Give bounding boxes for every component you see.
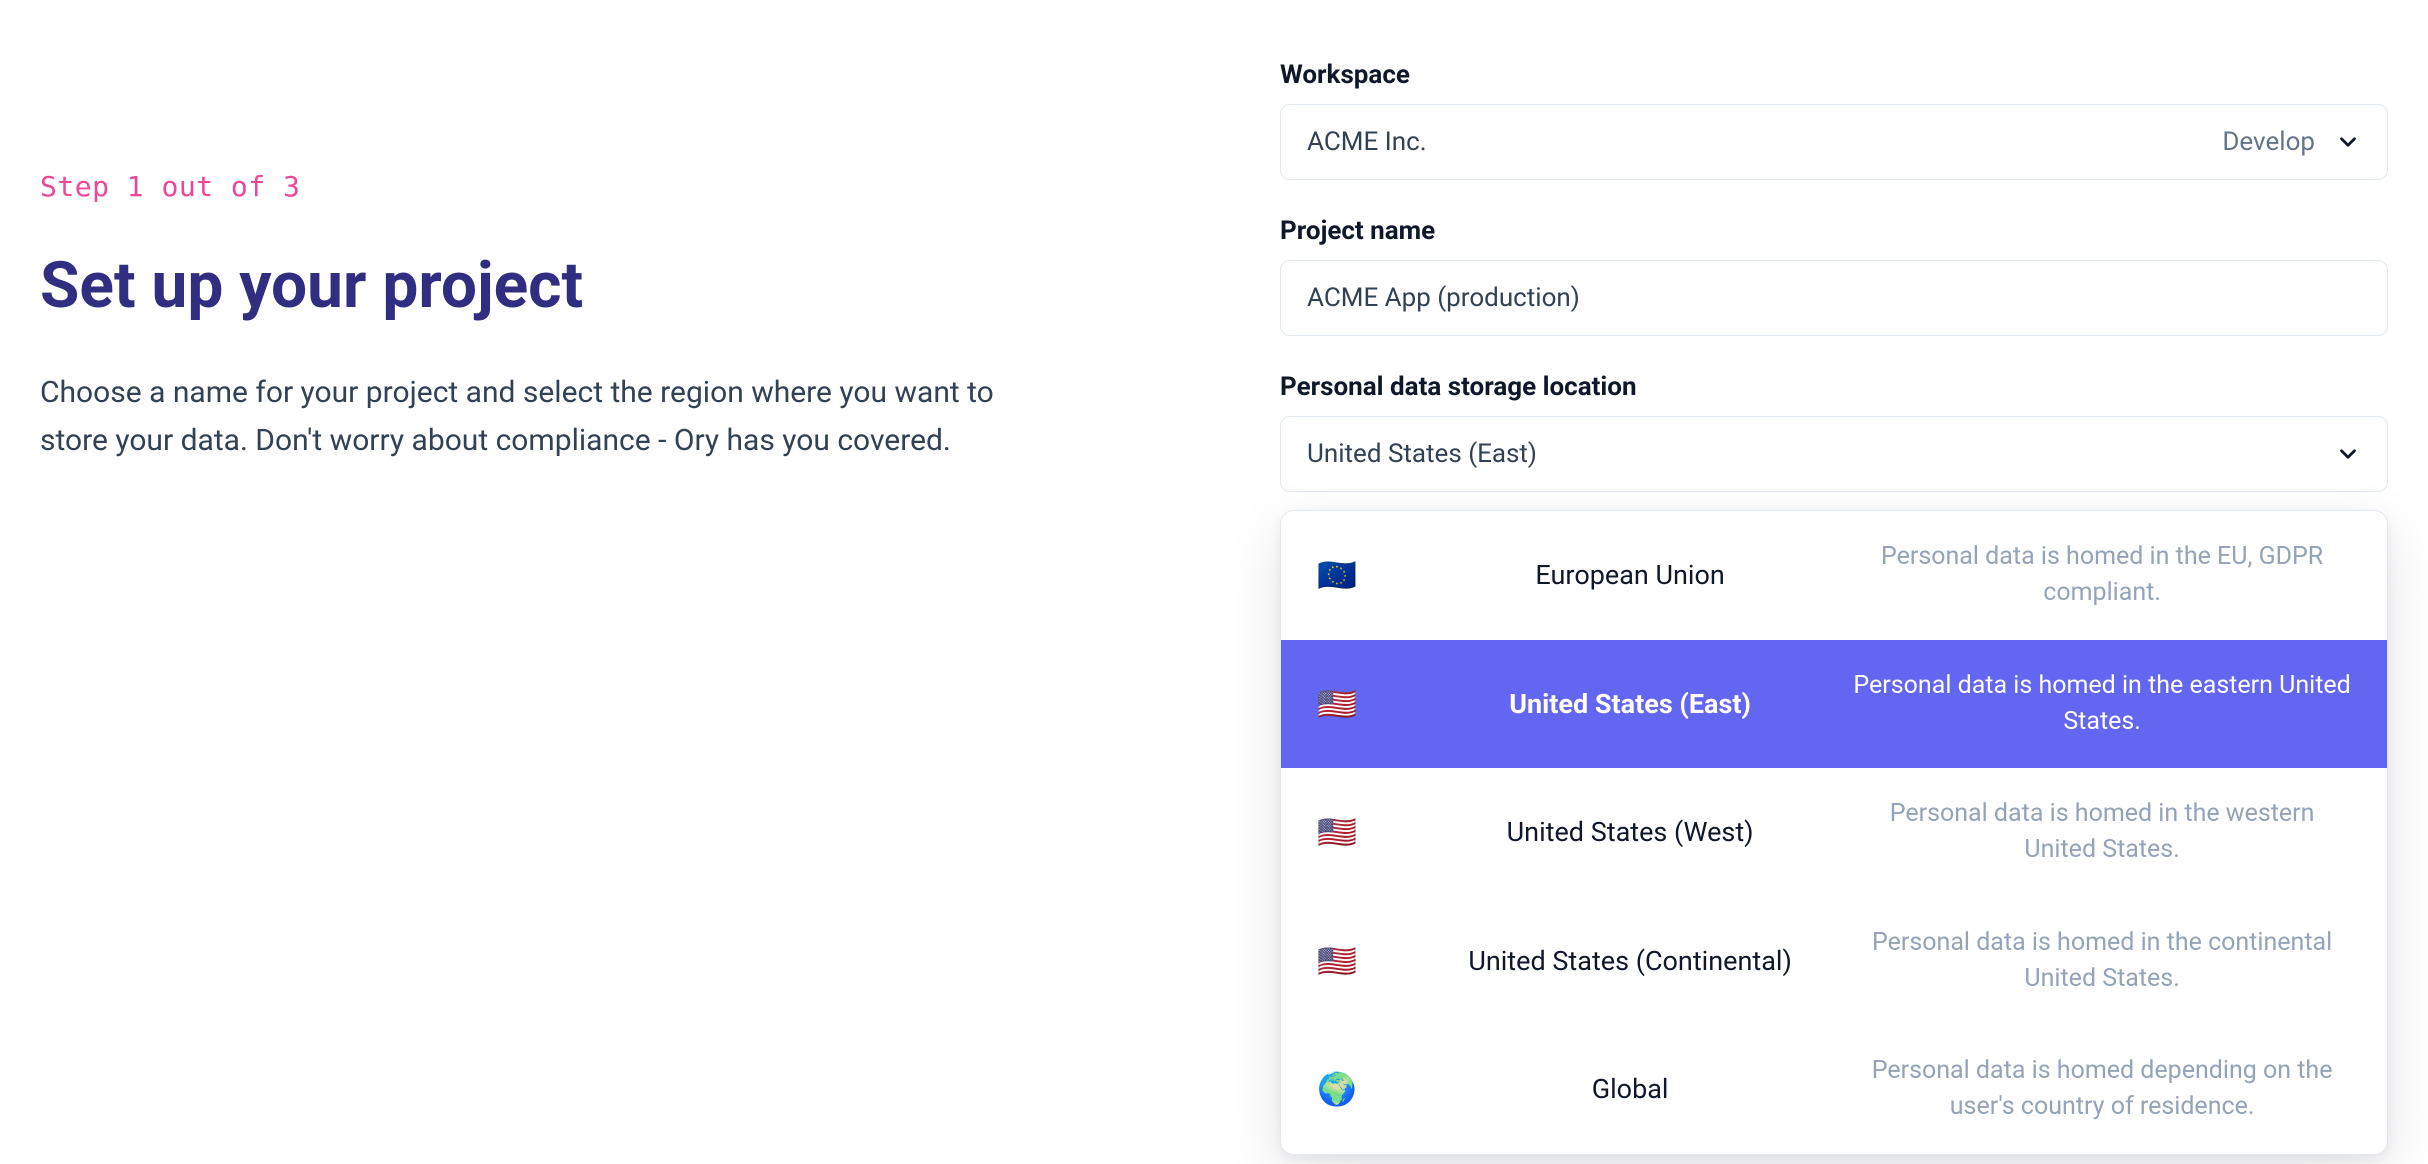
storage-location-value: United States (East) (1307, 439, 1537, 469)
flag-icon: 🇺🇸 (1317, 813, 1407, 851)
storage-option-description: Personal data is homed in the eastern Un… (1853, 668, 2351, 741)
storage-option-name: Global (1431, 1073, 1829, 1105)
flag-icon: 🌍 (1317, 1070, 1407, 1108)
intro-panel: Step 1 out of 3 Set up your project Choo… (40, 60, 1120, 1124)
form-panel: Workspace ACME Inc. Develop Project name… (1280, 60, 2388, 1124)
workspace-select-right: Develop (2222, 127, 2361, 157)
step-indicator: Step 1 out of 3 (40, 170, 1120, 203)
chevron-down-icon (2335, 441, 2361, 467)
storage-option-name: European Union (1431, 559, 1829, 591)
workspace-plan-tag: Develop (2222, 127, 2315, 157)
chevron-down-icon (2335, 129, 2361, 155)
storage-option[interactable]: 🇺🇸 United States (Continental) Personal da… (1281, 897, 2387, 1026)
storage-option-name: United States (West) (1431, 816, 1829, 848)
project-name-input[interactable] (1280, 260, 2388, 336)
flag-icon: 🇪🇺 (1317, 556, 1407, 594)
storage-option[interactable]: 🇺🇸 United States (East) Personal data is h… (1281, 640, 2387, 769)
storage-option-name: United States (Continental) (1431, 945, 1829, 977)
storage-option-description: Personal data is homed in the western Un… (1853, 796, 2351, 869)
project-name-label: Project name (1280, 216, 2388, 246)
storage-location-select[interactable]: United States (East) (1280, 416, 2388, 492)
storage-option-name: United States (East) (1431, 688, 1829, 720)
project-name-field: Project name (1280, 216, 2388, 336)
page-title: Set up your project (40, 251, 1120, 321)
workspace-field: Workspace ACME Inc. Develop (1280, 60, 2388, 180)
workspace-label: Workspace (1280, 60, 2388, 90)
storage-option-description: Personal data is homed in the continenta… (1853, 925, 2351, 998)
setup-project-page: Step 1 out of 3 Set up your project Choo… (0, 0, 2428, 1164)
workspace-select[interactable]: ACME Inc. Develop (1280, 104, 2388, 180)
storage-location-dropdown: 🇪🇺 European Union Personal data is homed i… (1280, 510, 2388, 1155)
storage-option[interactable]: 🇪🇺 European Union Personal data is homed i… (1281, 511, 2387, 640)
storage-option-description: Personal data is homed depending on the … (1853, 1053, 2351, 1126)
storage-location-label: Personal data storage location (1280, 372, 2388, 402)
workspace-value: ACME Inc. (1307, 127, 1427, 157)
storage-option[interactable]: 🌍 Global Personal data is homed depending … (1281, 1025, 2387, 1154)
flag-icon: 🇺🇸 (1317, 685, 1407, 723)
page-description: Choose a name for your project and selec… (40, 369, 1060, 465)
storage-option[interactable]: 🇺🇸 United States (West) Personal data is h… (1281, 768, 2387, 897)
storage-option-description: Personal data is homed in the EU, GDPR c… (1853, 539, 2351, 612)
storage-location-field: Personal data storage location United St… (1280, 372, 2388, 1155)
flag-icon: 🇺🇸 (1317, 942, 1407, 980)
